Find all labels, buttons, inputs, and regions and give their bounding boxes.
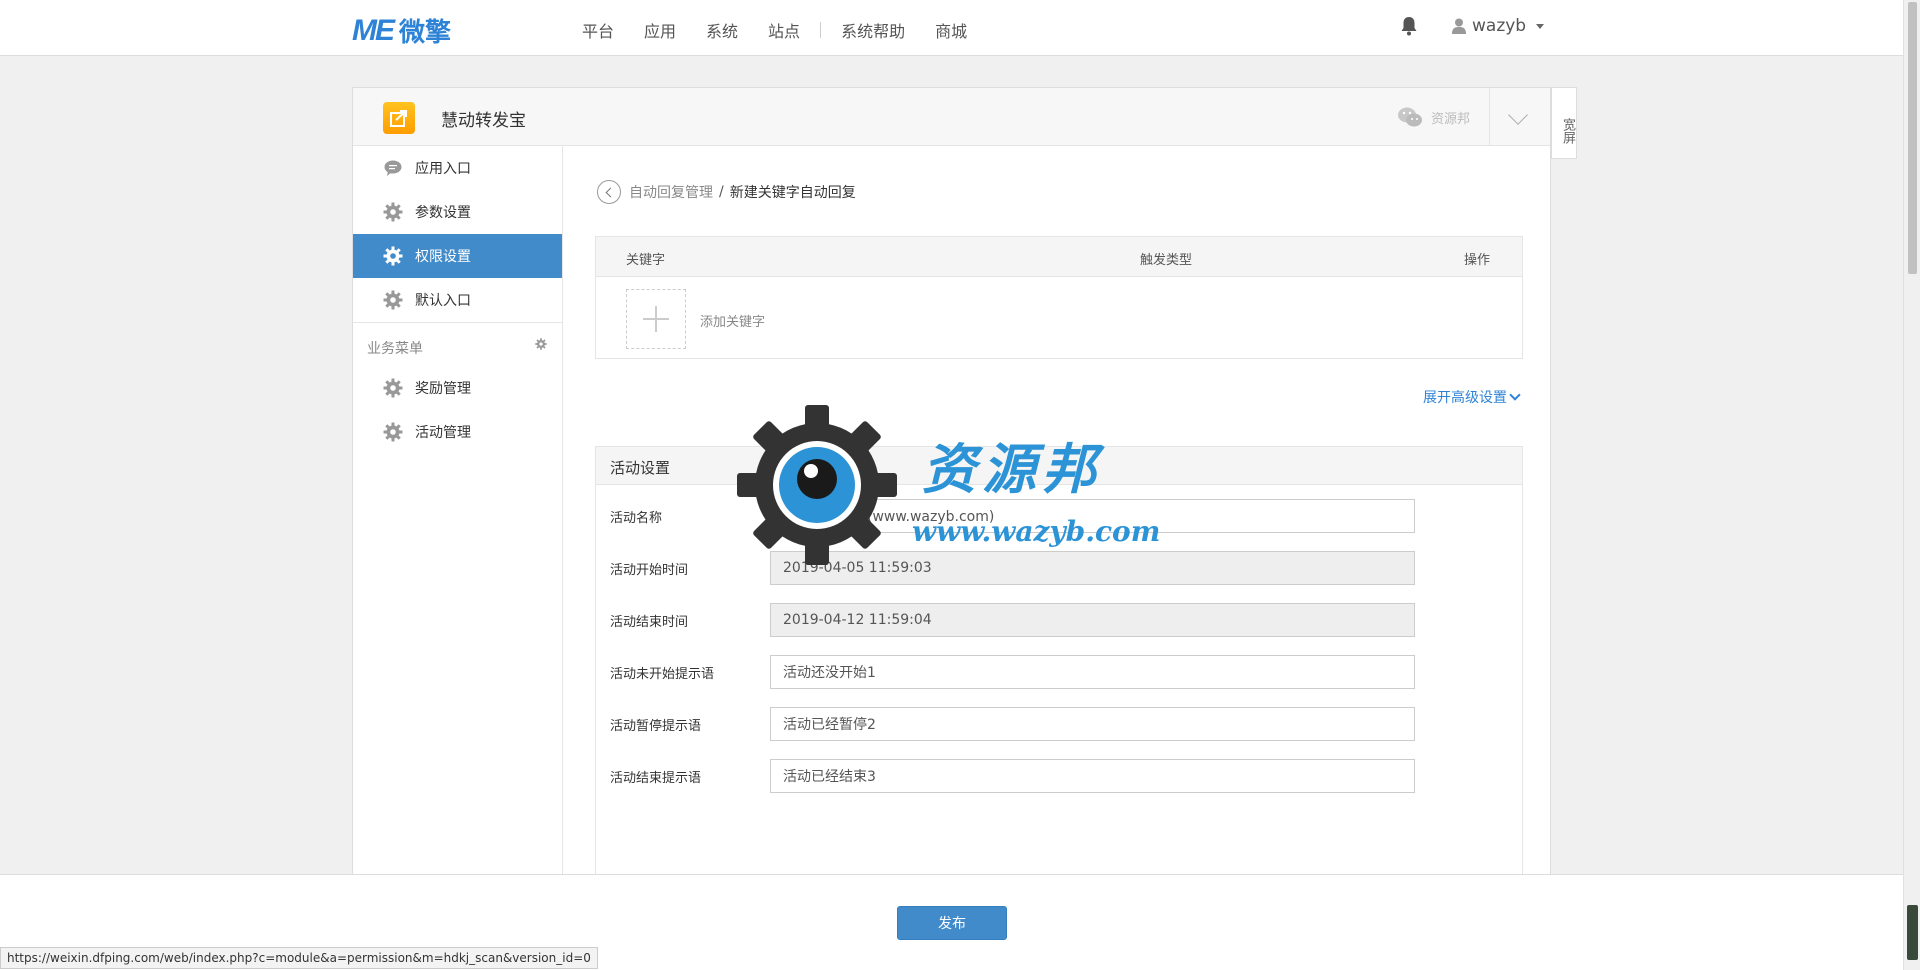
sidebar-item-label: 奖励管理: [415, 381, 471, 397]
wechat-icon: [1398, 107, 1422, 127]
nav-item-store[interactable]: 商城: [935, 18, 967, 42]
form-row-not-started-msg: 活动未开始提示语: [610, 655, 1510, 689]
end-time-input[interactable]: [770, 603, 1415, 637]
logo-mark: ME: [352, 13, 395, 47]
nav-divider: [820, 22, 822, 38]
activity-name-input[interactable]: [770, 499, 1415, 533]
gear-icon[interactable]: [535, 338, 547, 354]
sidebar: 应用入口 参数设置 权限设置 默认入口 业务菜单 奖励管理 活动管理: [353, 146, 563, 886]
expand-advanced-settings[interactable]: 展开高级设置: [1423, 387, 1521, 407]
logo-text: 微擎: [399, 18, 452, 48]
gear-icon: [383, 378, 403, 398]
scrollbar-thumb[interactable]: [1908, 2, 1917, 274]
caret-down-icon: [1536, 23, 1545, 29]
gear-icon: [383, 422, 403, 442]
nav-item-help[interactable]: 系统帮助: [841, 18, 905, 42]
wechat-account: 资源邦: [1397, 106, 1470, 128]
publish-button[interactable]: 发布: [897, 906, 1007, 940]
app-share-icon: [383, 102, 415, 134]
plus-icon: [643, 306, 669, 332]
ended-message-input[interactable]: [770, 759, 1415, 793]
field-label: 活动名称: [610, 511, 663, 526]
sidebar-item-default-entry[interactable]: 默认入口: [353, 278, 562, 322]
activity-settings-title: 活动设置: [596, 447, 1522, 485]
sidebar-item-label: 活动管理: [415, 425, 471, 441]
field-label: 活动暂停提示语: [610, 719, 702, 734]
form-row-end-time: 活动结束时间: [610, 603, 1510, 637]
user-name: wazyb: [1472, 16, 1527, 36]
start-time-input[interactable]: [770, 551, 1415, 585]
chevron-down-icon[interactable]: [1508, 105, 1528, 125]
page-scrollbar[interactable]: [1903, 0, 1920, 970]
sidebar-item-permissions[interactable]: 权限设置: [353, 234, 562, 278]
field-label: 活动结束时间: [610, 615, 689, 630]
form-row-ended-msg: 活动结束提示语: [610, 759, 1510, 793]
activity-settings: 活动设置 活动名称 活动开始时间 活动结束时间 活动未开始提示语 活动暂停提示语: [595, 446, 1523, 906]
user-icon: [1452, 18, 1466, 34]
field-label: 活动未开始提示语: [610, 667, 715, 682]
gear-icon: [383, 246, 403, 266]
sidebar-item-app-entry[interactable]: 应用入口: [353, 146, 562, 190]
main-nav: 平台 应用 系统 站点 系统帮助 商城: [582, 18, 997, 42]
not-started-message-input[interactable]: [770, 655, 1415, 689]
breadcrumb-parent[interactable]: 自动回复管理: [629, 182, 713, 202]
widescreen-toggle[interactable]: 宽屏: [1551, 87, 1577, 159]
breadcrumb-current: 新建关键字自动回复: [729, 185, 856, 201]
add-keyword-label[interactable]: 添加关键字: [700, 311, 765, 330]
nav-item-system[interactable]: 系统: [706, 18, 738, 42]
sidebar-divider: [353, 322, 562, 323]
sidebar-item-label: 默认入口: [415, 293, 471, 309]
paused-message-input[interactable]: [770, 707, 1415, 741]
module-panel: 慧动转发宝 资源邦 应用入口 参数设置 权限设置 默认入口 业务菜单 奖励管理 …: [352, 87, 1551, 906]
sidebar-item-label: 权限设置: [415, 249, 471, 265]
sidebar-item-rewards[interactable]: 奖励管理: [353, 366, 562, 410]
keyword-table: 关键字 触发类型 操作 添加关键字: [595, 236, 1523, 359]
chevron-down-icon: [1509, 389, 1521, 401]
field-label: 活动开始时间: [610, 563, 689, 578]
header-divider: [1489, 88, 1490, 146]
advanced-label: 展开高级设置: [1423, 390, 1507, 406]
status-bar-url: https://weixin.dfping.com/web/index.php?…: [0, 947, 598, 969]
column-keyword: 关键字: [626, 253, 666, 268]
column-actions: 操作: [1464, 253, 1491, 268]
sidebar-section-title: 业务菜单: [367, 341, 423, 357]
gear-icon: [383, 290, 403, 310]
keyword-table-header: 关键字 触发类型 操作: [596, 237, 1522, 277]
comment-icon: [383, 158, 403, 178]
top-navbar: ME 微擎 平台 应用 系统 站点 系统帮助 商城 wazyb: [0, 0, 1903, 56]
add-keyword-button[interactable]: [626, 289, 686, 349]
sidebar-item-activities[interactable]: 活动管理: [353, 410, 562, 454]
nav-item-site[interactable]: 站点: [768, 18, 800, 42]
breadcrumb-separator: /: [719, 184, 724, 200]
scrollbar-widget: [1907, 905, 1918, 960]
breadcrumb: 自动回复管理 / 新建关键字自动回复: [597, 180, 856, 204]
form-row-paused-msg: 活动暂停提示语: [610, 707, 1510, 741]
brand-logo[interactable]: ME 微擎: [352, 12, 451, 49]
app-title: 慧动转发宝: [441, 111, 526, 131]
field-label: 活动结束提示语: [610, 771, 702, 786]
nav-item-apps[interactable]: 应用: [644, 18, 676, 42]
gear-icon: [383, 202, 403, 222]
account-name: 资源邦: [1431, 111, 1471, 127]
panel-header: 慧动转发宝 资源邦: [353, 88, 1550, 146]
nav-item-platform[interactable]: 平台: [582, 18, 614, 42]
sidebar-item-label: 应用入口: [415, 161, 471, 177]
bell-icon[interactable]: [1400, 16, 1418, 36]
form-row-start-time: 活动开始时间: [610, 551, 1510, 585]
sidebar-item-label: 参数设置: [415, 205, 471, 221]
form-row-activity-name: 活动名称: [610, 499, 1510, 533]
column-trigger-type: 触发类型: [1140, 253, 1193, 268]
user-menu[interactable]: wazyb: [1452, 16, 1545, 36]
sidebar-item-params[interactable]: 参数设置: [353, 190, 562, 234]
back-icon[interactable]: [597, 180, 621, 204]
